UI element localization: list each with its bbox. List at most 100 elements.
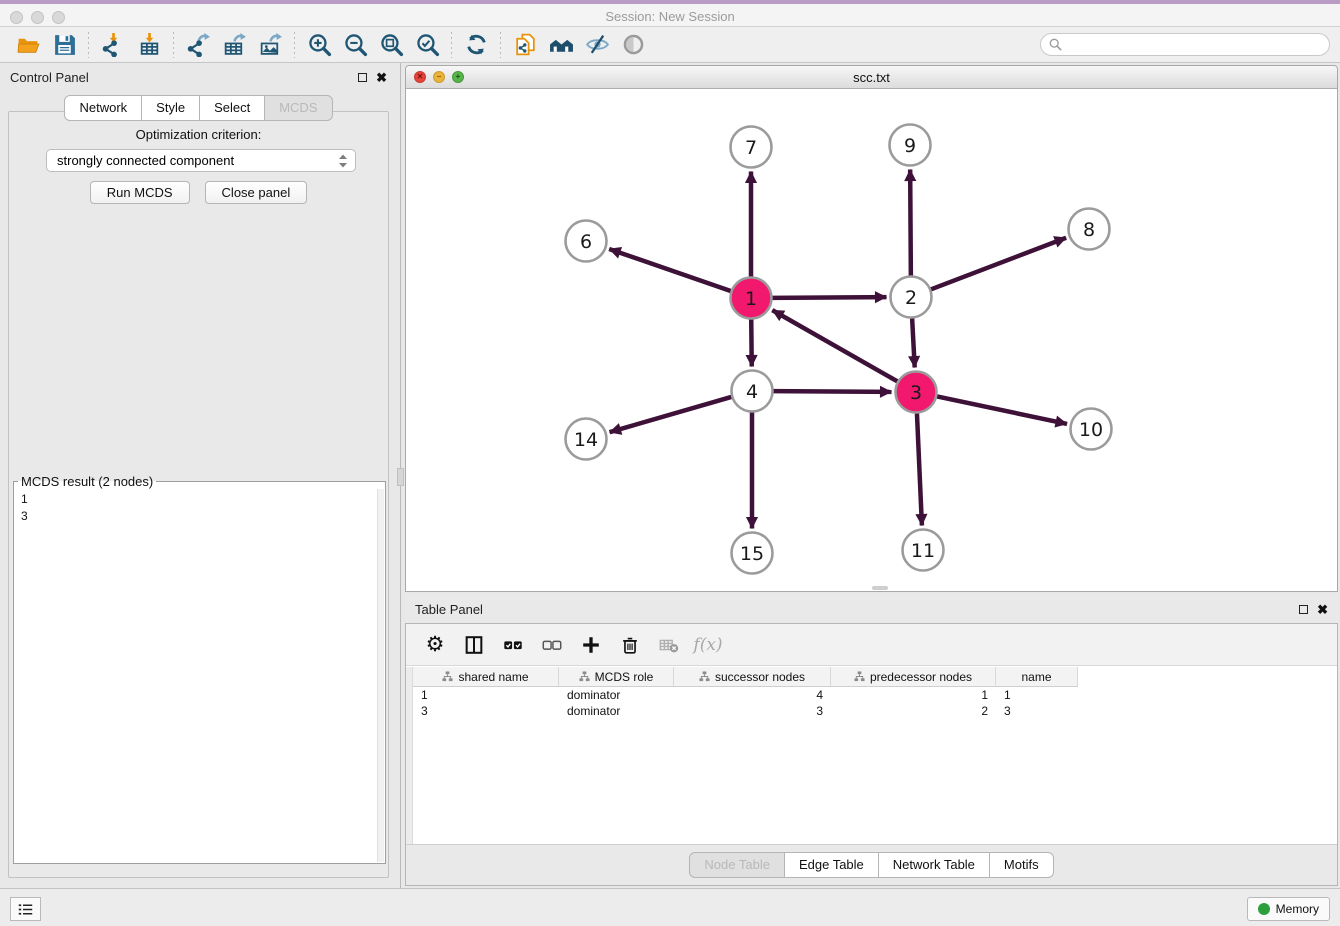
float-panel-icon[interactable]: [358, 73, 367, 82]
table-panel-header: Table Panel ✖: [405, 595, 1338, 623]
table-settings-button[interactable]: ⚙: [420, 630, 450, 660]
graph-node-1[interactable]: 1: [731, 278, 772, 319]
split-columns-button[interactable]: [459, 630, 489, 660]
table-row[interactable]: 1dominator411: [413, 687, 1337, 703]
add-column-button[interactable]: [576, 630, 606, 660]
column-header-predecessor-nodes[interactable]: predecessor nodes: [831, 667, 996, 687]
criterion-select[interactable]: strongly connected component: [46, 149, 356, 172]
graph-node-8[interactable]: 8: [1069, 209, 1110, 250]
table-toolbar: ⚙: [406, 624, 1337, 666]
graph-node-9[interactable]: 9: [890, 125, 931, 166]
graph-edge-2-8[interactable]: [931, 238, 1066, 290]
zoom-selected-button[interactable]: [409, 30, 445, 60]
close-panel-button[interactable]: Close panel: [205, 181, 308, 204]
export-network-button[interactable]: [180, 30, 216, 60]
task-history-button[interactable]: [10, 897, 41, 921]
save-session-button[interactable]: [46, 30, 82, 60]
memory-button[interactable]: Memory: [1247, 897, 1330, 921]
delete-column-button[interactable]: [615, 630, 645, 660]
tab-style[interactable]: Style: [141, 95, 200, 121]
graph-edge-3-11[interactable]: [917, 413, 922, 525]
table-cell[interactable]: 1: [831, 687, 996, 703]
tab-mcds[interactable]: MCDS: [264, 95, 332, 121]
show-graphics-details-button[interactable]: [615, 30, 651, 60]
graph-edge-2-9[interactable]: [910, 169, 911, 275]
import-table-button[interactable]: [131, 30, 167, 60]
toolbar-separator: [500, 32, 501, 58]
refresh-button[interactable]: [458, 30, 494, 60]
panel-splitter[interactable]: [397, 63, 405, 888]
table-cell[interactable]: 1: [996, 687, 1078, 703]
duplicate-network-button[interactable]: [507, 30, 543, 60]
tab-edge-table[interactable]: Edge Table: [784, 852, 879, 878]
tab-select[interactable]: Select: [199, 95, 265, 121]
window-title: Session: New Session: [0, 9, 1340, 24]
svg-text:8: 8: [1083, 219, 1095, 241]
tab-motifs[interactable]: Motifs: [989, 852, 1054, 878]
graph-edge-1-4[interactable]: [751, 319, 752, 366]
table-cell[interactable]: 3: [996, 703, 1078, 719]
search-input[interactable]: [1067, 38, 1321, 52]
homes-icon: [549, 32, 574, 57]
apply-function-button[interactable]: f(x): [693, 630, 723, 660]
tab-network-table[interactable]: Network Table: [878, 852, 990, 878]
hide-graphics-details-button[interactable]: [579, 30, 615, 60]
graph-edge-3-1[interactable]: [772, 310, 897, 381]
delete-table-button[interactable]: [654, 630, 684, 660]
float-table-panel-icon[interactable]: [1299, 605, 1308, 614]
import-network-button[interactable]: [95, 30, 131, 60]
column-header-shared-name[interactable]: shared name: [413, 667, 559, 687]
graph-edge-3-10[interactable]: [937, 396, 1067, 423]
column-header-successor-nodes[interactable]: successor nodes: [674, 667, 831, 687]
table-header-row: shared nameMCDS rolesuccessor nodesprede…: [413, 667, 1337, 687]
table-cell[interactable]: 3: [413, 703, 559, 719]
zoom-out-button[interactable]: [337, 30, 373, 60]
first-neighbors-button[interactable]: [543, 30, 579, 60]
close-table-panel-icon[interactable]: ✖: [1317, 603, 1328, 616]
table-cell[interactable]: 1: [413, 687, 559, 703]
graph-edge-2-3[interactable]: [912, 318, 915, 367]
mcds-result-text[interactable]: 13: [15, 489, 377, 862]
toolbar-separator: [451, 32, 452, 58]
graph-edge-4-14[interactable]: [610, 397, 732, 432]
graph-edge-1-6[interactable]: [609, 249, 731, 291]
zoom-in-button[interactable]: [301, 30, 337, 60]
graph-node-15[interactable]: 15: [732, 533, 773, 574]
graph-node-11[interactable]: 11: [903, 530, 944, 571]
zoom-fit-button[interactable]: [373, 30, 409, 60]
export-table-button[interactable]: [216, 30, 252, 60]
tab-node-table[interactable]: Node Table: [689, 852, 785, 878]
select-all-columns-button[interactable]: [498, 630, 528, 660]
network-graph[interactable]: 1 2 3 4 6 7 8 9 10 11 14 15: [406, 89, 1337, 591]
export-image-button[interactable]: [252, 30, 288, 60]
deselect-all-columns-button[interactable]: [537, 630, 567, 660]
graph-node-10[interactable]: 10: [1071, 409, 1112, 450]
network-canvas[interactable]: 1 2 3 4 6 7 8 9 10 11 14 15: [406, 89, 1337, 591]
table-cell[interactable]: 2: [831, 703, 996, 719]
graph-edge-4-3[interactable]: [773, 391, 891, 392]
list-icon: [17, 901, 34, 918]
column-header-MCDS-role[interactable]: MCDS role: [559, 667, 674, 687]
graph-node-14[interactable]: 14: [566, 419, 607, 460]
graph-node-3[interactable]: 3: [896, 372, 937, 413]
column-header-name[interactable]: name: [996, 667, 1078, 687]
result-scrollbar[interactable]: [377, 489, 384, 862]
trash-icon: [619, 634, 641, 656]
splitter-handle[interactable]: [397, 468, 404, 486]
run-mcds-button[interactable]: Run MCDS: [90, 181, 190, 204]
table-cell[interactable]: dominator: [559, 687, 674, 703]
table-cell[interactable]: 4: [674, 687, 831, 703]
search-box[interactable]: [1040, 33, 1330, 56]
graph-node-6[interactable]: 6: [566, 221, 607, 262]
table-row[interactable]: 3dominator323: [413, 703, 1337, 719]
graph-node-4[interactable]: 4: [732, 371, 773, 412]
graph-node-7[interactable]: 7: [731, 127, 772, 168]
table-cell[interactable]: 3: [674, 703, 831, 719]
table-cell[interactable]: dominator: [559, 703, 674, 719]
close-panel-icon[interactable]: ✖: [376, 71, 387, 84]
graph-edge-1-2[interactable]: [772, 297, 886, 298]
open-session-button[interactable]: [10, 30, 46, 60]
graph-node-2[interactable]: 2: [891, 277, 932, 318]
network-scrollbar-handle[interactable]: [872, 586, 888, 590]
tab-network[interactable]: Network: [64, 95, 142, 121]
